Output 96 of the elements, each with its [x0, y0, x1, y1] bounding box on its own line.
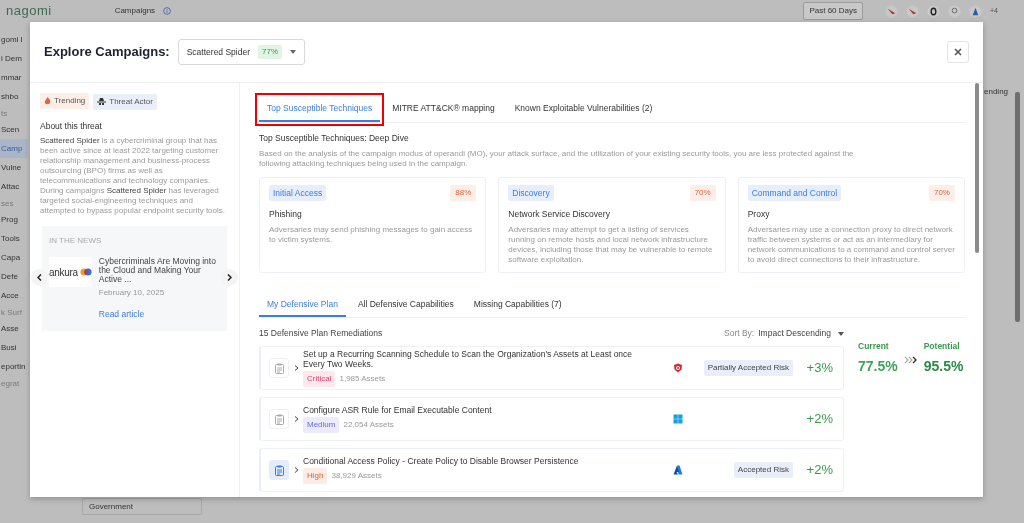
- impact-value: +3%: [805, 359, 833, 378]
- sidebar-item[interactable]: gomi I: [0, 30, 28, 49]
- sidebar-item[interactable]: Acce: [0, 286, 28, 305]
- scrollbar[interactable]: [1015, 92, 1020, 322]
- score-badge: 88%: [450, 184, 477, 201]
- section-description: Based on the analysis of the campaign modus of operandi (MO), your attack surface, and the utilization of your existing security tools, you are less protected against the following attacking techniques being used in the campaign.: [259, 148, 855, 169]
- severity-tag: High: [303, 468, 328, 484]
- technique-description: Adversaries may use a connection proxy to direct network traffic between systems or act as an intermediary for network communications to a command and control server to avoid direct connections to their infrastructure.: [747, 225, 955, 265]
- sidebar-item[interactable]: Busi: [0, 338, 28, 357]
- sort-label: ending: [984, 86, 1009, 98]
- date-range-dropdown[interactable]: Past 60 Days: [803, 2, 863, 20]
- score-badge: 70%: [928, 184, 955, 201]
- news-headline: Cybercriminals Are Moving into the Cloud and Making Your Active ...: [98, 257, 217, 285]
- chevron-right-icon[interactable]: [294, 416, 299, 422]
- remediation-title: Configure ASR Rule for Email Executable Content: [303, 405, 493, 415]
- score-badge: 70%: [689, 184, 716, 201]
- sidebar-item[interactable]: mmar: [0, 68, 28, 87]
- technique-name: Network Service Discovery: [508, 208, 611, 221]
- filter-item[interactable]: Government: [82, 498, 202, 515]
- flame-icon: [44, 97, 51, 105]
- tool-logo-icon[interactable]: [927, 4, 940, 18]
- sort-dropdown[interactable]: Sort By: Impact Descending: [724, 327, 844, 340]
- section-heading: About this threat: [40, 119, 103, 133]
- impact-value: +2%: [805, 410, 833, 429]
- potential-score: 95.5%: [923, 357, 964, 376]
- technique-description: Adversaries may attempt to get a listing of services running on remote hosts and local network infrastructure devices, including those that may be vulnerable to remote software exploitation.: [508, 225, 714, 265]
- status-tag: Partially Accepted Risk: [703, 360, 793, 376]
- technique-name: Phishing: [269, 208, 303, 221]
- remediation-count: 15 Defensive Plan Remediations: [259, 327, 383, 340]
- read-article-link[interactable]: Read article: [98, 308, 145, 321]
- sidebar-item[interactable]: Capa: [0, 248, 28, 267]
- tab[interactable]: Missing Capabilities (7): [465, 292, 570, 318]
- campaign-name: Scattered Spider: [186, 45, 251, 59]
- windows-icon: [673, 414, 683, 424]
- remediation-row[interactable]: Set up a Recurring Scanning Schedule to Scan the Organization's Assets at Least once Every Two Weeks. Critical 1,985 Assets Partially Accepted Risk +3%: [259, 346, 844, 390]
- chevron-right-icon: [227, 274, 232, 282]
- caret-icon: [290, 50, 297, 54]
- sidebar-item[interactable]: Asse: [0, 319, 28, 338]
- next-button[interactable]: [221, 269, 238, 287]
- threat-description: Scattered Spider is a cybercriminal group that has been active since at least 2022 targeting customer relationship management and business-process outsourcing (BPO) firms as well as telecommunications and technology companies. During campaigns Scattered Spider has leveraged targeted social-engineering techniques and attempted to bypass popular endpoint security tools.: [40, 136, 226, 217]
- remediation-title: Set up a Recurring Scanning Schedule to Scan the Organization's Assets at Least once Every Two Weeks.: [303, 349, 633, 369]
- score-label: Current: [858, 340, 890, 353]
- sidebar-item[interactable]: Prog: [0, 210, 28, 229]
- tab[interactable]: All Defensive Capabilities: [349, 292, 462, 318]
- previous-button[interactable]: [31, 269, 48, 287]
- shield-icon: [673, 363, 683, 373]
- chevrons-icon: [903, 356, 918, 365]
- campaign-dropdown[interactable]: Scattered Spider 77%: [177, 39, 306, 65]
- remediation-row[interactable]: Configure ASR Rule for Email Executable Content Medium 22,054 Assets +2%: [259, 397, 844, 441]
- tab[interactable]: My Defensive Plan: [259, 292, 346, 318]
- sidebar-item[interactable]: Tools: [0, 229, 28, 248]
- tactic-tag: Discovery: [508, 184, 554, 202]
- asset-count: 38,929 Assets: [331, 470, 382, 482]
- caret-icon: [838, 331, 844, 336]
- score-badge: 77%: [258, 45, 283, 59]
- tag: Threat Actor: [93, 93, 157, 110]
- score-label: Potential: [923, 340, 961, 353]
- severity-tag: Medium: [303, 417, 340, 433]
- remediation-row[interactable]: Conditional Access Policy - Create Policy to Disable Browser Persistence High 38,929 Assets Accepted Risk +2%: [259, 448, 844, 492]
- chevron-right-icon[interactable]: [294, 365, 299, 371]
- severity-tag: Critical: [303, 371, 336, 387]
- scrollbar[interactable]: [975, 83, 979, 253]
- sidebar-item[interactable]: Vulne: [0, 158, 28, 177]
- remediation-title: Conditional Access Policy - Create Policy to Disable Browser Persistence: [303, 456, 580, 466]
- azure-icon: [673, 465, 683, 475]
- tab[interactable]: MITRE ATT&CK® mapping: [384, 97, 503, 122]
- close-icon: [954, 48, 962, 56]
- sidebar-item[interactable]: Attac: [0, 177, 28, 196]
- spy-icon: [97, 98, 107, 105]
- impact-value: +2%: [805, 461, 833, 480]
- sidebar-item[interactable]: Defe: [0, 267, 28, 286]
- news-heading: IN THE NEWS: [49, 235, 103, 248]
- tab[interactable]: Known Exploitable Vulnerabilities (2): [506, 97, 661, 122]
- sidebar-item[interactable]: i Dem: [0, 49, 28, 68]
- tactic-tag: Initial Access: [269, 184, 327, 202]
- technique-name: Proxy: [747, 208, 771, 221]
- tag: Trending: [40, 93, 90, 109]
- news-date: February 10, 2025: [98, 288, 166, 299]
- chevron-left-icon: [37, 274, 42, 282]
- tactic-tag: Command and Control: [747, 184, 842, 202]
- nagomi-logo: nagomi: [6, 2, 52, 21]
- current-score: 77.5%: [858, 357, 898, 376]
- sidebar-item[interactable]: Camp: [0, 139, 28, 158]
- page-title: Campaigns: [114, 5, 156, 17]
- sidebar-item[interactable]: eportin: [0, 357, 28, 376]
- news-source-logo: ankura: [49, 257, 92, 288]
- status-tag: Accepted Risk: [733, 462, 793, 478]
- technique-description: Adversaries may send phishing messages to gain access to victim systems.: [269, 225, 474, 245]
- sidebar-item[interactable]: Scen: [0, 120, 28, 139]
- section-heading: Top Susceptible Techniques: Deep Dive: [259, 131, 410, 145]
- chevron-right-icon[interactable]: [294, 467, 299, 473]
- dialog-title: Explore Campaigns:: [44, 43, 170, 62]
- asset-count: 1,985 Assets: [339, 373, 386, 385]
- close-button[interactable]: [947, 41, 969, 63]
- asset-count: 22,054 Assets: [343, 419, 394, 431]
- sidebar-item[interactable]: shbo: [0, 87, 28, 106]
